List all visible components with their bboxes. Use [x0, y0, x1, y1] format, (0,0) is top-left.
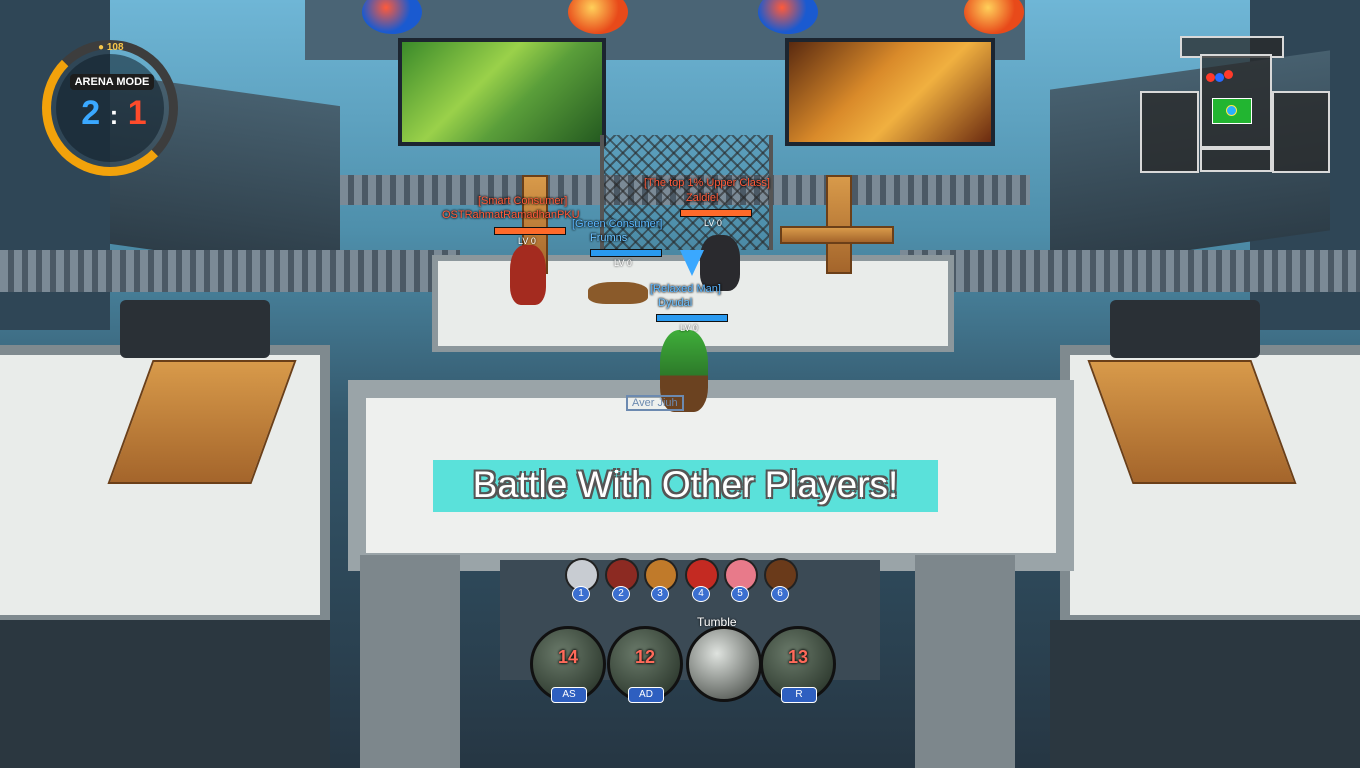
walkway-grate-right: [900, 250, 1360, 292]
minimap-enemy-dot: [1206, 73, 1215, 82]
skill-slot-ad[interactable]: 12 AD: [607, 626, 683, 703]
coin-icon: ●: [98, 42, 105, 53]
skill-cooldown: 14: [557, 647, 579, 667]
pillar-front-left: [360, 555, 460, 768]
minimap-self-dot: [1226, 105, 1237, 116]
player-name: Zaldiel: [686, 192, 719, 204]
minimap-room-right: [1272, 91, 1330, 173]
player-hp-bar-2: [590, 249, 662, 257]
arena-score: 2 : 1: [72, 94, 156, 133]
player-name: Dyudal: [658, 297, 693, 309]
pillar-front-right: [915, 555, 1015, 768]
platform-right-base: [1050, 620, 1360, 768]
platform-left-base: [0, 620, 330, 768]
player-level-2: LV 0: [614, 258, 632, 268]
arena-score-panel: ● 108 ARENA MODE 2 : 1: [42, 40, 186, 184]
skill-cooldown: 12: [634, 647, 656, 667]
party-slot-number: 5: [731, 586, 749, 602]
character-knocked-down[interactable]: [588, 282, 648, 304]
minimap-room-bottom: [1200, 148, 1272, 172]
barrels-left: [120, 300, 270, 358]
player-title: [Smart Consumer]: [478, 195, 568, 207]
player-hp-bar-1: [494, 227, 566, 235]
party-slot-number: 3: [651, 586, 669, 602]
walkway-grate-left: [0, 250, 460, 292]
target-marker-icon: [680, 250, 704, 276]
player-nameplate-3: [The top 1% Upper Class]: [644, 177, 770, 189]
score-red: 1: [127, 94, 147, 132]
player-title: [The top 1% Upper Class]: [644, 177, 770, 189]
minimap-enemy-dot-2: [1224, 70, 1233, 79]
party-slot-2[interactable]: 2: [603, 558, 639, 602]
player-hp-bar-3: [680, 209, 752, 217]
party-slot-number: 6: [771, 586, 789, 602]
party-slot-number: 2: [612, 586, 630, 602]
skill-slot-as[interactable]: 14 AS: [530, 626, 606, 703]
billboard-left: [398, 38, 606, 146]
skill-cooldown: 13: [787, 647, 809, 667]
player-level-4: LV 0: [680, 323, 698, 333]
barrels-right: [1110, 300, 1260, 358]
billboard-right: [785, 38, 995, 146]
skill-key: R: [781, 687, 817, 703]
minimap[interactable]: [1140, 36, 1330, 173]
player-level-3: LV 0: [704, 218, 722, 228]
party-slot-4[interactable]: 4: [683, 558, 719, 602]
skill-key: AS: [551, 687, 587, 703]
character-red-left[interactable]: [510, 245, 546, 305]
score-blue: 2: [81, 94, 101, 132]
player-name-2[interactable]: Frumns: [590, 232, 627, 244]
player-nameplate-1: [Smart Consumer]: [478, 195, 567, 207]
wood-beam-right: [780, 226, 894, 244]
coin-value: 108: [106, 42, 124, 53]
coin-count: ● 108: [98, 42, 124, 53]
player-hp-bar-4: [656, 314, 728, 322]
arena-mode-label: ARENA MODE: [70, 74, 154, 90]
platform-sign: Aver Jiuh: [626, 395, 684, 411]
party-slot-number: 1: [572, 586, 590, 602]
promo-banner: Battle With Other Players!: [433, 460, 938, 512]
party-slot-1[interactable]: 1: [563, 558, 599, 602]
score-separator: :: [109, 100, 119, 130]
player-name-4[interactable]: Dyudal: [658, 297, 692, 309]
player-name: OSTRahmatRamadhanPKU: [442, 209, 580, 221]
wood-post-right: [826, 175, 852, 274]
player-title: [Green Consumer]: [572, 218, 663, 230]
skill-slot-r[interactable]: 13 R: [760, 626, 836, 703]
player-name: Frumns: [590, 232, 628, 244]
skill-slot-tumble[interactable]: [686, 626, 762, 702]
player-level-1: LV 0: [518, 236, 536, 246]
player-nameplate-4: [Relaxed Man]: [650, 283, 721, 295]
minimap-room-left: [1140, 91, 1199, 173]
player-name-3[interactable]: Zaldiel: [686, 192, 718, 204]
skill-key: AD: [628, 687, 664, 703]
player-nameplate-2: [Green Consumer]: [572, 218, 662, 230]
party-slot-number: 4: [692, 586, 710, 602]
minimap-ally-dot: [1215, 73, 1224, 82]
party-slot-6[interactable]: 6: [762, 558, 798, 602]
player-name-1[interactable]: OSTRahmatRamadhanPKU: [442, 209, 580, 221]
party-slot-3[interactable]: 3: [642, 558, 678, 602]
party-slot-5[interactable]: 5: [722, 558, 758, 602]
player-title: [Relaxed Man]: [650, 283, 721, 295]
